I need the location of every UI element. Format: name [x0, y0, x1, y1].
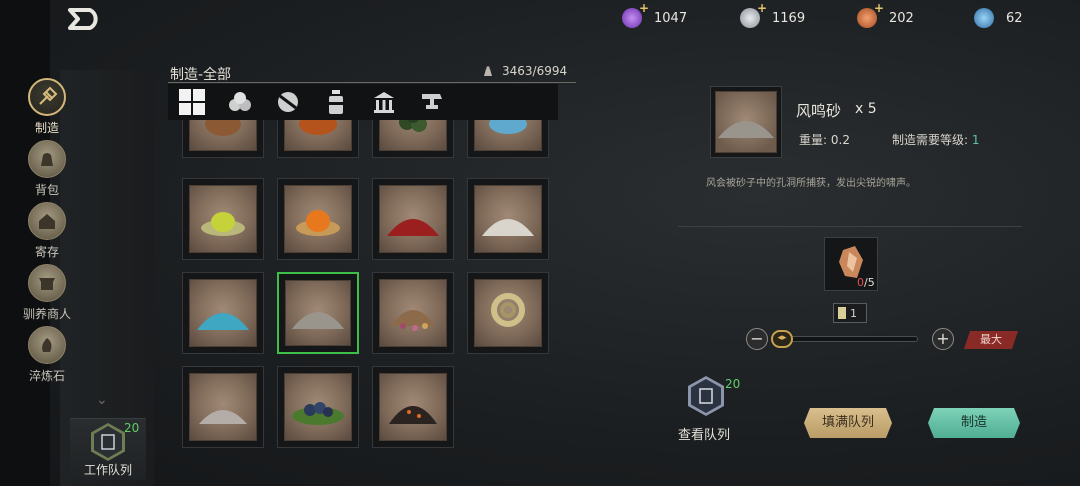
chevron-down-icon[interactable]: ⌄: [96, 392, 108, 408]
craft-title: 制造-全部: [170, 67, 232, 83]
material-count: 0/5: [857, 276, 875, 289]
resource-value: 62: [1006, 10, 1023, 26]
work-queue-count: 20: [124, 421, 140, 435]
required-level: 制造需要等级: 1: [892, 131, 980, 148]
sidebar-item-merchant[interactable]: 驯养商人: [0, 264, 94, 322]
bronze-token-icon: +: [857, 1, 884, 28]
item-grid: [172, 120, 562, 486]
craft-count: 1: [850, 306, 857, 320]
item-quantity: x 5: [855, 101, 877, 117]
level-value: 1: [971, 133, 980, 147]
queue-count: 20: [725, 377, 741, 391]
work-queue-button[interactable]: 20 工作队列: [70, 418, 146, 480]
sidebar-item-label: 背包: [34, 183, 59, 197]
storage-house-icon: [28, 202, 66, 240]
stone-icon: [28, 326, 66, 364]
resource-purple-gem[interactable]: + 1047: [622, 1, 688, 28]
building-icon: [374, 92, 394, 113]
tab-potion[interactable]: [312, 84, 360, 120]
bag-icon: [28, 140, 66, 178]
purple-gem-icon: +: [622, 1, 649, 28]
item-slot[interactable]: [277, 178, 359, 260]
work-queue-label: 工作队列: [83, 463, 132, 477]
material-need: /5: [864, 276, 875, 289]
item-slot[interactable]: [467, 120, 549, 158]
selected-item-icon: [710, 86, 782, 158]
weight-icon: [484, 66, 492, 76]
tab-logs[interactable]: [216, 84, 264, 120]
quantity-slider[interactable]: [772, 336, 918, 342]
resource-value: 1169: [772, 10, 806, 26]
weight-value: 3463/6994: [502, 64, 568, 78]
merchant-stall-icon: [28, 264, 66, 302]
item-slot[interactable]: [277, 366, 359, 448]
item-name: 风鸣砂: [796, 102, 842, 120]
header-divider: [168, 82, 576, 83]
anvil-icon: [422, 94, 442, 109]
item-slot[interactable]: [467, 178, 549, 260]
logs-icon: [229, 92, 251, 111]
item-slot[interactable]: [372, 178, 454, 260]
resource-value: 202: [889, 10, 914, 26]
resource-bronze-token[interactable]: + 202: [857, 1, 914, 28]
weight-value: 0.2: [830, 133, 850, 147]
sidebar-item-label: 寄存: [34, 245, 59, 259]
weight-indicator: 3463/6994: [482, 64, 567, 78]
craft-count-display: 1: [833, 303, 867, 323]
fill-queue-button[interactable]: 填满队列: [804, 408, 892, 438]
item-slot[interactable]: [182, 366, 264, 448]
potion-icon: [329, 90, 343, 114]
item-weight: 重量: 0.2: [799, 131, 850, 148]
divider: [678, 226, 1022, 227]
all-grid-icon: [179, 89, 205, 115]
filter-bar: [168, 84, 558, 120]
sidebar-item-storage[interactable]: 寄存: [0, 202, 94, 260]
decrease-button[interactable]: −: [746, 328, 768, 350]
hammer-icon: [28, 78, 66, 116]
sidebar-item-bag[interactable]: 背包: [0, 140, 94, 198]
scroll-icon: [838, 307, 846, 319]
max-button[interactable]: 最大: [964, 331, 1018, 349]
tab-building[interactable]: [360, 84, 408, 120]
sidebar-item-craft[interactable]: 制造: [0, 78, 94, 136]
ore-icon: [278, 92, 298, 112]
item-slot[interactable]: [372, 272, 454, 354]
sidebar-item-label: 淬炼石: [28, 369, 65, 383]
tab-all[interactable]: [168, 84, 216, 120]
resource-silver-coin[interactable]: + 1169: [740, 1, 806, 28]
tab-ore[interactable]: [264, 84, 312, 120]
resource-blue-orb[interactable]: 62: [974, 8, 1023, 28]
item-slot[interactable]: [372, 366, 454, 448]
resource-value: 1047: [654, 10, 688, 26]
weight-label: 重量:: [799, 133, 828, 147]
increase-button[interactable]: +: [932, 328, 954, 350]
item-slot[interactable]: [182, 272, 264, 354]
tab-anvil[interactable]: [408, 84, 456, 120]
work-queue-icon: [91, 423, 125, 461]
silver-coin-icon: +: [740, 1, 767, 28]
item-slot[interactable]: [467, 272, 549, 354]
slider-handle[interactable]: ◂▸: [771, 330, 793, 348]
view-queue-button[interactable]: 查看队列: [678, 424, 730, 443]
sidebar-item-stone[interactable]: 淬炼石: [0, 326, 94, 384]
item-slot[interactable]: [372, 120, 454, 158]
back-arrow-icon[interactable]: [66, 6, 102, 32]
level-label: 制造需要等级:: [892, 133, 969, 147]
sidebar-item-label: 驯养商人: [22, 307, 71, 321]
material-have: 0: [857, 276, 864, 289]
sidebar-item-label: 制造: [34, 121, 59, 135]
item-slot[interactable]: [182, 178, 264, 260]
blue-orb-icon: [974, 8, 994, 28]
craft-button[interactable]: 制造: [928, 408, 1020, 438]
item-slot[interactable]: [277, 120, 359, 158]
item-slot[interactable]: [182, 120, 264, 158]
item-description: 风会被砂子中的孔洞所捕获，发出尖锐的啸声。: [706, 178, 916, 189]
item-slot-selected[interactable]: [277, 272, 359, 354]
